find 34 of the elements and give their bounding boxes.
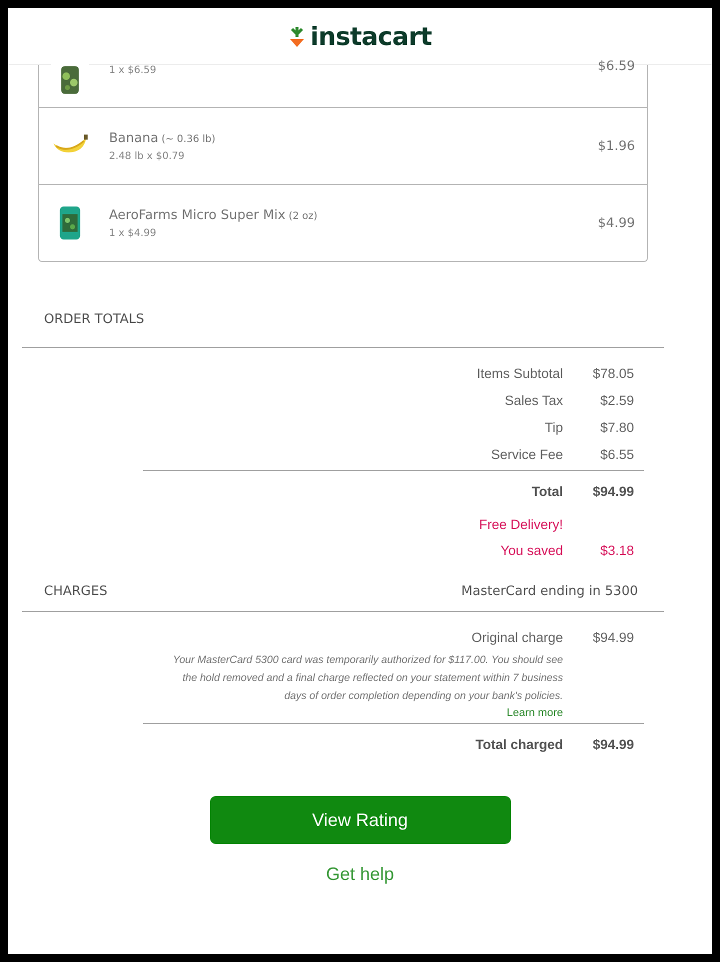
line-amount: $2.59: [599, 393, 635, 408]
item-price: $6.59: [598, 59, 635, 74]
item-name: Banana (~ 0.36 lb): [109, 130, 216, 146]
line-amount: $6.55: [599, 447, 635, 462]
item-price: $1.96: [598, 138, 635, 154]
item-name: AeroFarms Micro Super Mix (2 oz): [109, 208, 318, 222]
get-help-link[interactable]: Get help: [326, 864, 394, 885]
carrot-icon: [288, 25, 306, 47]
total-label: Total charged: [475, 736, 563, 752]
line-amount: $78.05: [592, 366, 635, 381]
item-quantity: 1 x $4.99: [109, 228, 158, 238]
item-quantity: 1 x $6.59: [109, 65, 158, 76]
promo-label: Free Delivery!: [478, 516, 563, 532]
line-label: Original charge: [471, 630, 563, 645]
item-quantity: 2.48 lb x $0.79: [109, 150, 186, 162]
total-amount: $94.99: [592, 736, 635, 752]
line-label: Service Fee: [490, 447, 563, 462]
promo-amount: $3.18: [599, 542, 635, 558]
line-label: Items Subtotal: [476, 366, 563, 381]
line-label: Sales Tax: [504, 393, 563, 408]
item-price: $4.99: [598, 216, 635, 230]
line-amount: $94.99: [592, 630, 635, 645]
section-title: CHARGES: [44, 584, 108, 598]
authorization-note: Your MasterCard 5300 card was temporarily authorized for $117.00. You should see the hold removed and a final charge reflected on your statement within 7 business days of order completion depending on your bank's policies.: [172, 653, 563, 704]
logo-text: instacart: [310, 22, 432, 50]
promo-label: You saved: [500, 542, 563, 558]
learn-more-link[interactable]: Learn more: [506, 705, 563, 721]
line-amount: $7.80: [599, 420, 635, 435]
total-amount: $94.99: [592, 484, 635, 498]
view-rating-button[interactable]: View Rating: [210, 796, 510, 844]
line-label: Tip: [544, 420, 563, 435]
card-info: MasterCard ending in 5300: [461, 584, 639, 598]
section-title: ORDER TOTALS: [44, 312, 144, 327]
total-label: Total: [532, 484, 563, 498]
